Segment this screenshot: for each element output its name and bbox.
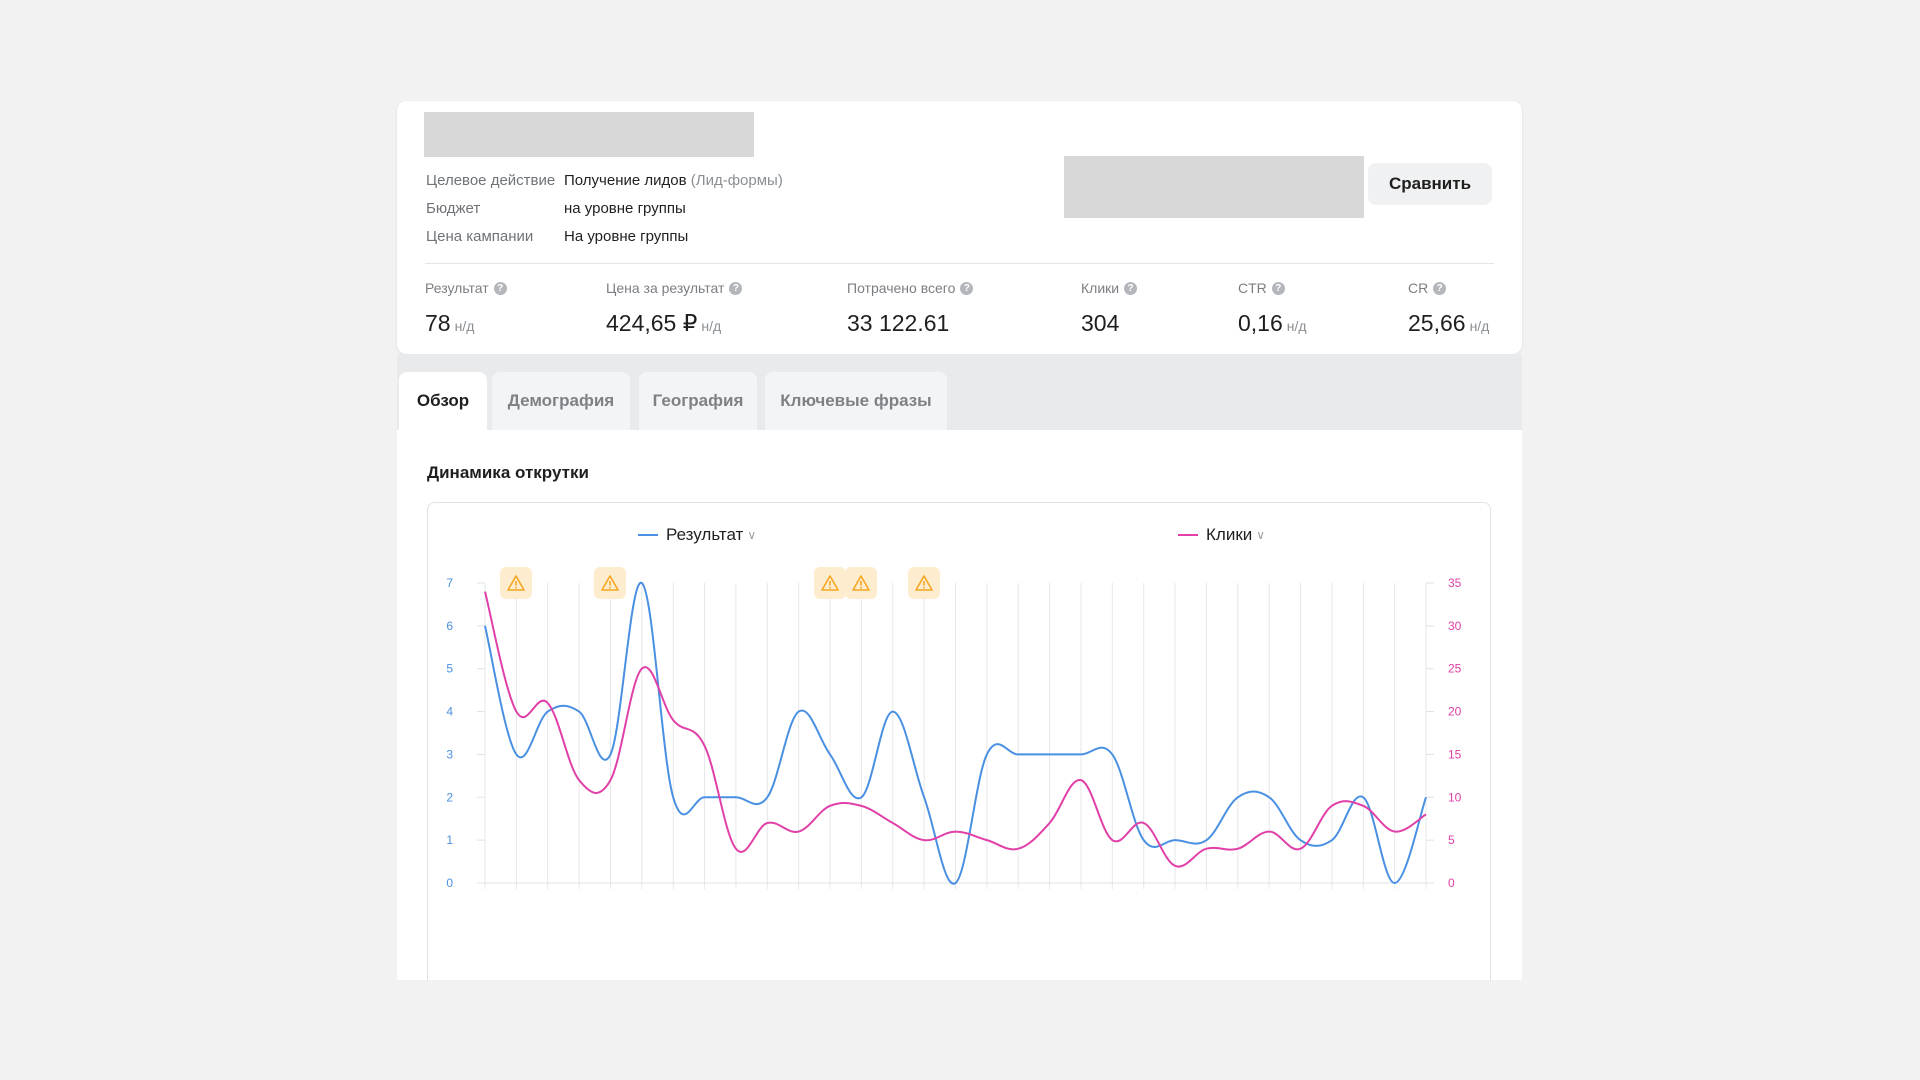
tab-geography[interactable]: География <box>639 372 757 430</box>
question-circle-icon[interactable]: ? <box>729 281 743 295</box>
y-left-tick-label: 0 <box>446 876 453 890</box>
y-right-tick-label: 20 <box>1448 705 1462 719</box>
y-right-tick-label: 35 <box>1448 576 1462 590</box>
stat-na: н/д <box>1469 318 1490 334</box>
y-left-tick-label: 6 <box>446 619 453 633</box>
chart-plot: 0 1 2 3 4 5 6 7 0 5 10 15 20 25 30 35 <box>446 576 1462 890</box>
question-circle-icon[interactable]: ? <box>960 281 974 295</box>
stat-label: Потрачено всего <box>847 280 956 296</box>
tab-overview[interactable]: Обзор <box>399 372 487 430</box>
question-circle-icon[interactable]: ? <box>1271 281 1285 295</box>
question-circle-icon[interactable]: ? <box>1433 281 1447 295</box>
y-left-tick-label: 5 <box>446 662 453 676</box>
y-right-tick-label: 15 <box>1448 747 1462 761</box>
campaign-name-redacted <box>424 112 754 157</box>
stat-na: н/д <box>701 318 722 334</box>
meta-row-target-action: Целевое действие Получение лидов (Лид-фо… <box>426 167 783 195</box>
warning-triangle-icon[interactable] <box>500 567 533 599</box>
meta-value: Получение лидов (Лид-формы) <box>564 172 783 189</box>
stat-total-spent: Потрачено всего? 33 122.61 <box>847 278 974 337</box>
tab-keywords[interactable]: Ключевые фразы <box>765 372 947 430</box>
divider <box>425 263 1494 264</box>
warning-triangle-icon[interactable] <box>908 567 941 599</box>
tab-demography[interactable]: Демография <box>492 372 630 430</box>
meta-label: Целевое действие <box>426 172 556 189</box>
y-right-tick-label: 0 <box>1448 876 1455 890</box>
stat-label: Клики <box>1081 280 1120 296</box>
meta-label: Цена кампании <box>426 228 534 245</box>
y-right-tick-label: 10 <box>1448 790 1462 804</box>
stat-value: 304 <box>1081 310 1120 336</box>
section-title: Динамика открутки <box>427 463 589 482</box>
y-left-tick-label: 1 <box>446 833 453 847</box>
y-left-tick-label: 7 <box>446 576 453 590</box>
question-circle-icon[interactable]: ? <box>493 281 507 295</box>
meta-label: Бюджет <box>426 200 481 217</box>
stat-value: 25,66 <box>1408 310 1466 336</box>
stat-label: Результат <box>425 280 489 296</box>
question-circle-icon[interactable]: ? <box>1124 281 1138 295</box>
warning-triangle-icon[interactable] <box>814 567 847 599</box>
y-right-tick-label: 5 <box>1448 833 1455 847</box>
stat-label: Цена за результат <box>606 280 725 296</box>
meta-row-budget: Бюджет на уровне группы <box>426 195 783 223</box>
warning-triangle-icon[interactable] <box>845 567 878 599</box>
y-right-tick-label: 30 <box>1448 619 1462 633</box>
y-left-tick-label: 3 <box>446 747 453 761</box>
stat-value: 33 122.61 <box>847 310 950 336</box>
meta-value: на уровне группы <box>564 200 686 217</box>
stat-label: CR <box>1408 280 1429 296</box>
stat-cost-per-result: Цена за результат? 424,65 ₽ н/д <box>606 278 743 337</box>
stat-ctr: CTR? 0,16 н/д <box>1238 278 1307 337</box>
meta-row-campaign-price: Цена кампании На уровне группы <box>426 223 783 251</box>
y-left-tick-label: 4 <box>446 705 453 719</box>
y-right-tick-label: 25 <box>1448 662 1462 676</box>
stat-result: Результат? 78 н/д <box>425 278 507 337</box>
stat-clicks: Клики? 304 <box>1081 278 1138 337</box>
stat-na: н/д <box>1286 318 1307 334</box>
stat-value: 424,65 ₽ <box>606 310 698 336</box>
campaign-card: Целевое действие Получение лидов (Лид-фо… <box>397 101 1522 354</box>
compare-selector-redacted[interactable] <box>1064 156 1364 218</box>
stat-label: CTR <box>1238 280 1267 296</box>
campaign-meta: Целевое действие Получение лидов (Лид-фо… <box>426 167 783 251</box>
meta-value: На уровне группы <box>564 228 689 245</box>
warning-triangle-icon[interactable] <box>594 567 627 599</box>
stat-value: 78 <box>425 310 451 336</box>
delivery-chart: Результат ∨ Клики ∨ 0 1 2 3 4 5 6 7 0 5 10 15 20 25 30… <box>427 502 1491 981</box>
stat-na: н/д <box>454 318 475 334</box>
tab-bar: Обзор Демография География Ключевые фраз… <box>397 354 1522 430</box>
stat-value: 0,16 <box>1238 310 1283 336</box>
overview-panel: Динамика открутки Результат ∨ Клики ∨ 01… <box>397 430 1522 981</box>
compare-button[interactable]: Сравнить <box>1368 163 1492 205</box>
stat-cr: CR? 25,66 н/д <box>1408 278 1489 337</box>
y-left-tick-label: 2 <box>446 790 453 804</box>
